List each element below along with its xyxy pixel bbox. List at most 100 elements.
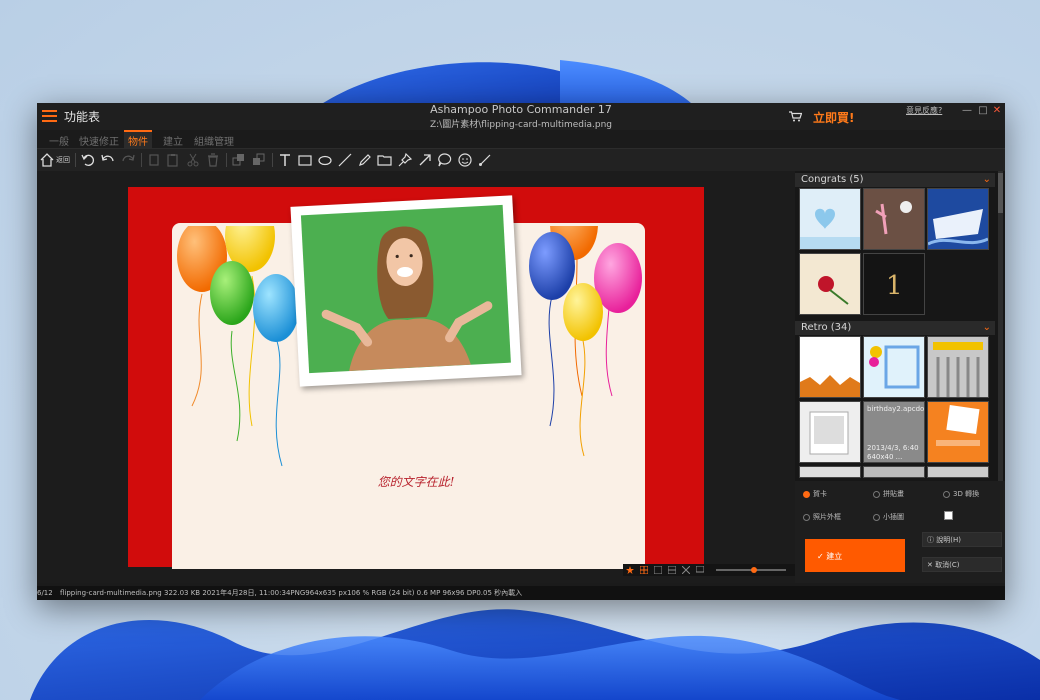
birthday-thumb-icon bbox=[936, 405, 980, 446]
template-thumb[interactable] bbox=[927, 336, 989, 398]
tab-organize[interactable]: 組織管理 bbox=[190, 132, 238, 149]
maximize-icon[interactable]: □ bbox=[978, 105, 988, 116]
radio-collage-label: 拼貼畫 bbox=[883, 490, 904, 498]
build-label: 建立 bbox=[826, 552, 843, 561]
template-thumb[interactable] bbox=[799, 253, 861, 315]
toolbar: 返回 bbox=[37, 148, 1005, 172]
toolbar-divider bbox=[272, 153, 273, 167]
home-icon[interactable] bbox=[39, 152, 55, 168]
app-title: Ashampoo Photo Commander 17 bbox=[430, 103, 612, 116]
buy-now-button[interactable]: 立即買! bbox=[813, 109, 854, 126]
wave-thumb-icon bbox=[928, 209, 988, 246]
redo-icon[interactable] bbox=[120, 152, 136, 168]
radio-3d-transform[interactable]: 3D 轉換 bbox=[943, 489, 979, 499]
chevron-down-icon[interactable]: ⌄ bbox=[983, 321, 991, 335]
home-label[interactable]: 返回 bbox=[56, 155, 70, 165]
radio-collage[interactable]: 拼貼畫 bbox=[873, 489, 904, 499]
radio-vignette[interactable]: 小插圖 bbox=[873, 512, 904, 522]
layout-icon[interactable] bbox=[668, 566, 676, 574]
line-tool-icon[interactable] bbox=[337, 152, 353, 168]
template-thumb[interactable] bbox=[799, 188, 861, 250]
polaroid-thumb-icon bbox=[809, 411, 849, 455]
anniversary-thumb-icon: 1 bbox=[886, 271, 903, 301]
close-icon[interactable]: ✕ bbox=[992, 105, 1002, 116]
status-filename: flipping-card-multimedia.png bbox=[60, 589, 162, 597]
cancel-button[interactable]: ✕ 取消(C) bbox=[922, 557, 1002, 572]
template-thumb-selected[interactable]: birthday2.apcdo 2013/4/3, 6:40 640x40 ..… bbox=[863, 401, 925, 463]
autumn-thumb-icon bbox=[800, 375, 860, 397]
fit-icon[interactable] bbox=[654, 566, 662, 574]
template-thumb[interactable] bbox=[927, 466, 989, 478]
panel-scrollbar[interactable] bbox=[998, 171, 1003, 481]
expand-icon[interactable] bbox=[682, 566, 690, 574]
undo-icon[interactable] bbox=[100, 152, 116, 168]
status-index: 6/12 bbox=[37, 589, 53, 597]
hearts-thumb-icon bbox=[800, 208, 860, 249]
svg-text:1: 1 bbox=[886, 271, 903, 301]
brush-tool-icon[interactable] bbox=[477, 152, 493, 168]
rectangle-tool-icon[interactable] bbox=[297, 152, 313, 168]
section-retro-label: Retro (34) bbox=[801, 322, 852, 333]
delete-icon[interactable] bbox=[205, 152, 221, 168]
help-button[interactable]: ⓘ 說明(H) bbox=[922, 532, 1002, 547]
radio-photo-frame[interactable]: 照片外框 bbox=[803, 512, 841, 522]
pin-tool-icon[interactable] bbox=[397, 152, 413, 168]
thumb-caption: birthday2.apcdo bbox=[867, 405, 925, 413]
monitor-icon[interactable] bbox=[696, 566, 704, 574]
thumb-size: 640x40 ... bbox=[867, 453, 903, 461]
canvas-area[interactable]: 您的文字在此! bbox=[37, 171, 795, 583]
text-tool-icon[interactable] bbox=[277, 152, 293, 168]
card-text[interactable]: 您的文字在此! bbox=[37, 473, 795, 490]
tab-general[interactable]: 一般 bbox=[45, 132, 73, 149]
template-thumb[interactable] bbox=[863, 466, 925, 478]
ellipse-tool-icon[interactable] bbox=[317, 152, 333, 168]
toolbar-divider bbox=[141, 153, 142, 167]
section-congrats[interactable]: Congrats (5) ⌄ bbox=[795, 173, 995, 187]
chevron-down-icon[interactable]: ⌄ bbox=[983, 173, 991, 187]
status-bar: 6/12 flipping-card-multimedia.png 322.03… bbox=[37, 586, 1005, 600]
paste-icon[interactable] bbox=[165, 152, 181, 168]
ribbon-tabs: 一般 快速修正 物件 建立 組織管理 bbox=[37, 130, 1005, 149]
stripes-thumb-icon bbox=[933, 342, 983, 397]
radio-greeting-card[interactable]: 賀卡 bbox=[803, 489, 827, 499]
cancel-label: 取消(C) bbox=[935, 561, 960, 569]
minimize-icon[interactable]: — bbox=[962, 105, 972, 116]
radio-greeting-card-label: 賀卡 bbox=[813, 490, 827, 498]
color-swatch[interactable] bbox=[944, 511, 953, 520]
toolbar-divider bbox=[75, 153, 76, 167]
tab-create[interactable]: 建立 bbox=[159, 132, 187, 149]
arrow-tool-icon[interactable] bbox=[417, 152, 433, 168]
section-retro[interactable]: Retro (34) ⌄ bbox=[795, 321, 995, 335]
undo-history-icon[interactable] bbox=[80, 152, 96, 168]
tab-objects[interactable]: 物件 bbox=[124, 130, 152, 149]
grid-icon[interactable] bbox=[640, 566, 648, 574]
template-thumb[interactable] bbox=[863, 188, 925, 250]
send-back-icon[interactable] bbox=[251, 152, 267, 168]
speech-bubble-icon[interactable] bbox=[437, 152, 453, 168]
feedback-link[interactable]: 意見反應? bbox=[906, 105, 942, 116]
copy-icon[interactable] bbox=[146, 152, 162, 168]
template-thumb[interactable] bbox=[799, 401, 861, 463]
open-folder-icon[interactable] bbox=[377, 152, 393, 168]
pencil-tool-icon[interactable] bbox=[357, 152, 373, 168]
toolbar-divider bbox=[226, 153, 227, 167]
template-thumb[interactable]: 1 bbox=[863, 253, 925, 315]
template-thumb[interactable] bbox=[799, 466, 861, 478]
cut-icon[interactable] bbox=[185, 152, 201, 168]
bring-front-icon[interactable] bbox=[231, 152, 247, 168]
tab-quick-fix[interactable]: 快速修正 bbox=[75, 132, 123, 149]
title-bar: 功能表 Ashampoo Photo Commander 17 Z:\圖片素材\… bbox=[37, 103, 1005, 130]
cart-icon[interactable] bbox=[789, 111, 802, 122]
radio-3d-label: 3D 轉換 bbox=[953, 490, 980, 498]
star-icon[interactable] bbox=[626, 566, 634, 574]
template-thumb[interactable] bbox=[799, 336, 861, 398]
template-thumb[interactable] bbox=[863, 336, 925, 398]
template-thumb[interactable] bbox=[927, 401, 989, 463]
smiley-icon[interactable] bbox=[457, 152, 473, 168]
radio-vignette-label: 小插圖 bbox=[883, 513, 904, 521]
build-button[interactable]: ✓ 建立 bbox=[805, 539, 905, 572]
zoom-slider-knob[interactable] bbox=[751, 567, 757, 573]
photo-image bbox=[300, 204, 511, 374]
template-thumb[interactable] bbox=[927, 188, 989, 250]
photo-frame[interactable] bbox=[290, 195, 522, 387]
